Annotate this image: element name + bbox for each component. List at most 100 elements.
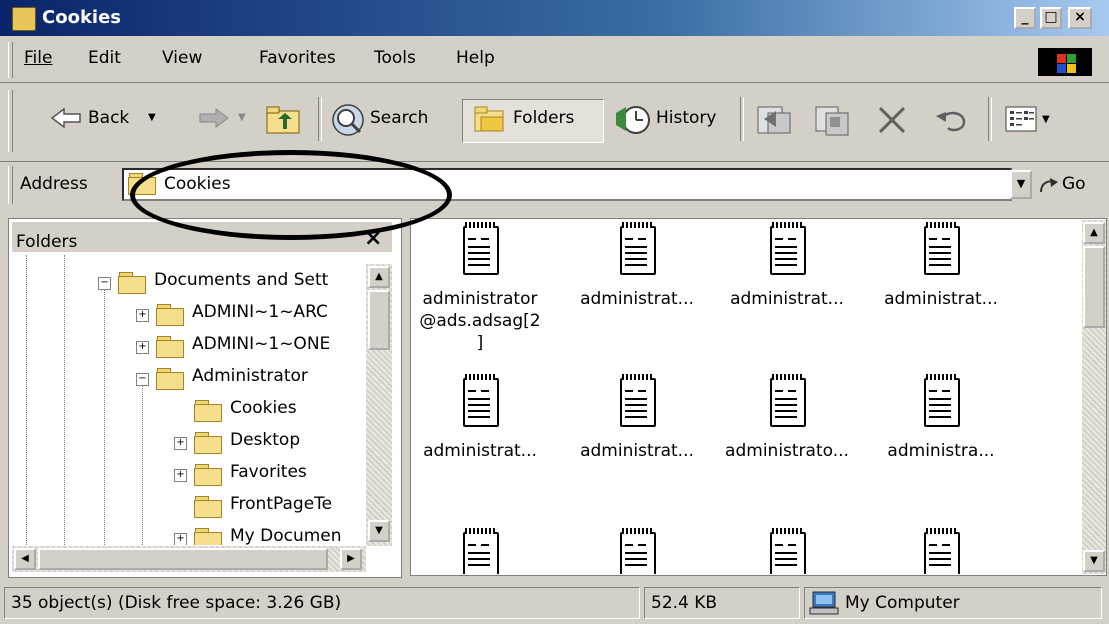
text-document-icon bbox=[768, 374, 806, 427]
file-item[interactable]: administrat... bbox=[562, 222, 712, 310]
back-dropdown-icon[interactable]: ▼ bbox=[148, 112, 156, 123]
status-size: 52.4 KB bbox=[644, 587, 800, 619]
file-item[interactable]: administrat... bbox=[866, 222, 1016, 310]
scroll-up-icon[interactable]: ▲ bbox=[368, 266, 390, 288]
status-objects: 35 object(s) (Disk free space: 3.26 GB) bbox=[4, 587, 640, 619]
scroll-left-icon[interactable]: ◀ bbox=[14, 548, 36, 570]
maximize-button[interactable]: □ bbox=[1040, 7, 1062, 29]
search-button[interactable]: Search bbox=[330, 100, 448, 140]
copy-to-icon bbox=[815, 106, 849, 136]
address-dropdown-button[interactable]: ▼ bbox=[1010, 170, 1032, 199]
folders-horizontal-scrollbar[interactable]: ◀ ▶ bbox=[12, 546, 366, 572]
file-item[interactable] bbox=[712, 528, 862, 574]
file-item[interactable] bbox=[412, 528, 555, 574]
forward-dropdown-icon[interactable]: ▼ bbox=[238, 112, 246, 123]
views-dropdown-icon[interactable]: ▼ bbox=[1042, 114, 1050, 125]
delete-button[interactable] bbox=[874, 104, 910, 141]
back-arrow-icon bbox=[50, 107, 81, 129]
folder-tree: − Documents and Sett + ADMINI~1~ARC + AD… bbox=[12, 255, 362, 545]
menu-grip[interactable] bbox=[8, 42, 13, 78]
back-button[interactable]: Back ▼ bbox=[30, 100, 172, 140]
up-folder-icon bbox=[266, 106, 300, 134]
scroll-down-icon[interactable]: ▼ bbox=[368, 520, 390, 542]
text-document-icon bbox=[768, 222, 806, 275]
expand-icon[interactable]: + bbox=[136, 309, 149, 322]
text-document-icon bbox=[618, 374, 656, 427]
address-grip[interactable] bbox=[8, 166, 13, 204]
back-label: Back bbox=[88, 108, 130, 128]
status-zone: My Computer bbox=[804, 587, 1102, 619]
file-item[interactable]: administrat... bbox=[562, 374, 712, 462]
folders-close-icon[interactable]: × bbox=[364, 226, 382, 251]
scroll-thumb[interactable] bbox=[38, 548, 328, 570]
menu-view[interactable]: View bbox=[162, 48, 202, 68]
text-document-icon bbox=[618, 528, 656, 574]
file-name: administrat... bbox=[423, 441, 537, 461]
expand-icon[interactable]: + bbox=[136, 341, 149, 354]
forward-button[interactable]: ▼ bbox=[198, 100, 268, 140]
scroll-right-icon[interactable]: ▶ bbox=[340, 548, 362, 570]
file-name: administrator @ads.adsag[2] bbox=[419, 289, 541, 353]
file-name: administra... bbox=[887, 441, 995, 461]
file-item[interactable]: administrator @ads.adsag[2] bbox=[405, 222, 555, 354]
file-name: administrat... bbox=[580, 289, 694, 309]
folders-vertical-scrollbar[interactable]: ▲ ▼ bbox=[366, 264, 392, 546]
file-name: administrat... bbox=[884, 289, 998, 309]
window-title: Cookies bbox=[42, 7, 122, 28]
file-item[interactable]: administrat... bbox=[405, 374, 555, 462]
go-button[interactable]: Go bbox=[1038, 172, 1102, 200]
tree-item-label: FrontPageTe bbox=[230, 494, 333, 514]
tree-item-label: My Documen bbox=[230, 526, 342, 545]
move-to-button[interactable] bbox=[754, 103, 794, 142]
file-item[interactable] bbox=[562, 528, 712, 574]
tree-line bbox=[142, 381, 143, 545]
views-button[interactable]: ▼ bbox=[1004, 104, 1064, 139]
menu-favorites[interactable]: Favorites bbox=[259, 48, 336, 68]
text-document-icon bbox=[768, 528, 806, 574]
history-label: History bbox=[656, 108, 717, 128]
tree-item-label: Documents and Sett bbox=[154, 270, 329, 290]
forward-arrow-icon bbox=[199, 108, 229, 128]
windows-logo-icon bbox=[1038, 48, 1092, 76]
title-bar[interactable]: Cookies _ □ × bbox=[0, 0, 1109, 36]
scroll-thumb[interactable] bbox=[1083, 246, 1105, 328]
menu-file[interactable]: File bbox=[24, 48, 52, 68]
history-icon bbox=[616, 106, 650, 134]
expand-icon[interactable]: + bbox=[174, 437, 187, 450]
tree-item-label: Administrator bbox=[192, 366, 308, 386]
up-folder-button[interactable] bbox=[264, 103, 306, 139]
toolbar-grip[interactable] bbox=[8, 90, 13, 152]
address-input[interactable]: Cookies bbox=[122, 168, 1012, 201]
file-item[interactable]: administrato... bbox=[712, 374, 862, 462]
minimize-button[interactable]: _ bbox=[1014, 7, 1036, 29]
folder-icon bbox=[118, 272, 146, 294]
menu-help[interactable]: Help bbox=[456, 48, 495, 68]
file-item[interactable] bbox=[866, 528, 1016, 574]
toolbar-separator bbox=[740, 97, 744, 141]
menu-edit[interactable]: Edit bbox=[88, 48, 121, 68]
file-name: administrat... bbox=[730, 289, 844, 309]
file-item[interactable]: administra... bbox=[866, 374, 1016, 462]
history-button[interactable]: History bbox=[614, 100, 732, 140]
expand-icon[interactable]: + bbox=[174, 533, 187, 545]
scroll-thumb[interactable] bbox=[368, 290, 390, 350]
scroll-down-icon[interactable]: ▼ bbox=[1083, 550, 1105, 572]
tree-item-label: Cookies bbox=[230, 398, 297, 418]
text-document-icon bbox=[461, 528, 499, 574]
collapse-icon[interactable]: − bbox=[136, 373, 149, 386]
tree-line bbox=[64, 255, 65, 545]
folders-button[interactable]: Folders bbox=[462, 99, 604, 143]
address-label: Address bbox=[20, 174, 88, 194]
collapse-icon[interactable]: − bbox=[98, 277, 111, 290]
files-vertical-scrollbar[interactable]: ▲ ▼ bbox=[1082, 220, 1106, 574]
toolbar-separator bbox=[318, 97, 322, 141]
expand-icon[interactable]: + bbox=[174, 469, 187, 482]
close-button[interactable]: × bbox=[1068, 7, 1092, 29]
scroll-up-icon[interactable]: ▲ bbox=[1083, 222, 1105, 244]
copy-to-button[interactable] bbox=[812, 103, 852, 142]
tree-item-label: ADMINI~1~ONE bbox=[192, 334, 331, 354]
file-item[interactable]: administrat... bbox=[712, 222, 862, 310]
text-document-icon bbox=[922, 528, 960, 574]
undo-button[interactable] bbox=[934, 106, 972, 141]
menu-tools[interactable]: Tools bbox=[374, 48, 416, 68]
